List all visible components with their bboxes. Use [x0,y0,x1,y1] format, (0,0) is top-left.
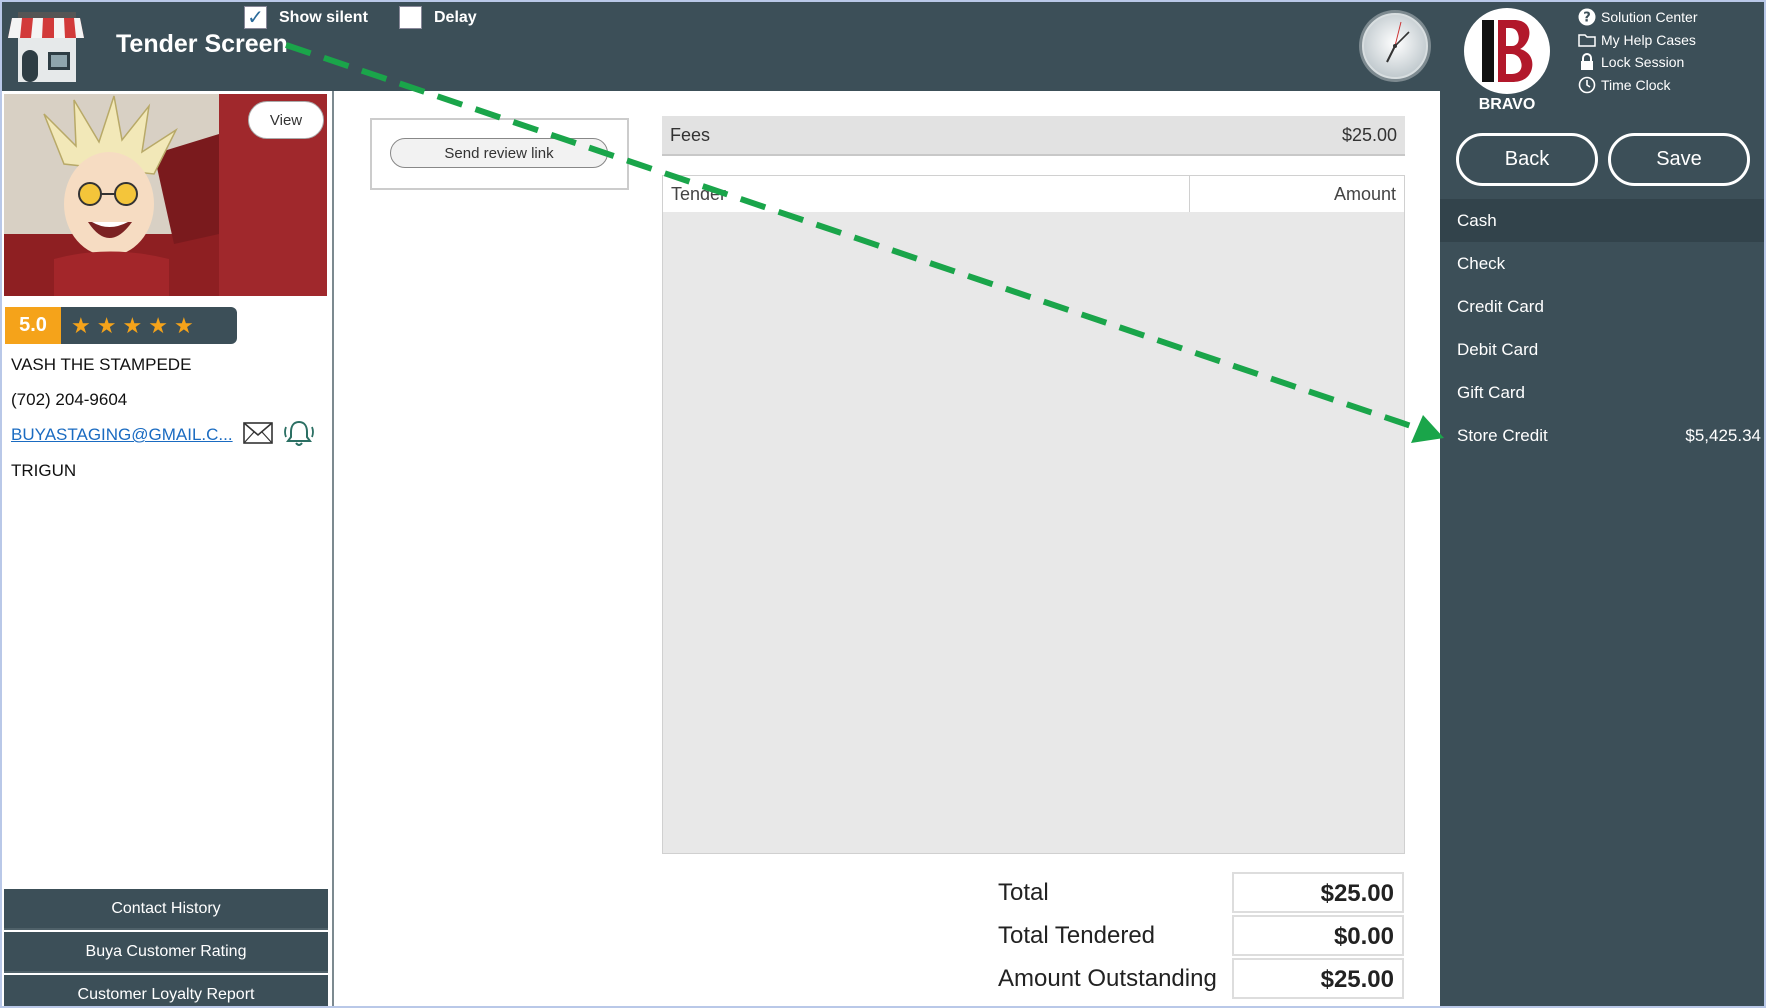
back-button[interactable]: Back [1456,133,1598,186]
total-value: $25.00 [1232,872,1404,913]
star-icon: ★ [96,312,117,338]
lock-icon [1577,53,1596,72]
contact-history-button[interactable]: Contact History [4,889,328,930]
review-link-box: Send review link [370,118,629,190]
star-icon: ★ [173,312,194,338]
show-silent-label: Show silent [279,8,368,26]
show-silent-checkbox[interactable]: ✓ Show silent [244,6,368,29]
help-icon: ? [1577,8,1596,27]
checkmark-icon: ✓ [244,6,267,29]
customer-photo: View [4,94,327,296]
tender-table: Tender Amount [662,175,1405,854]
time-clock-link[interactable]: Time Clock [1577,74,1698,97]
quick-links: ? Solution Center My Help Cases Lock Ses… [1577,6,1698,96]
tender-label: Credit Card [1457,296,1544,316]
bravo-logo [1464,8,1550,94]
page-title: Tender Screen [116,30,288,58]
delay-label: Delay [434,8,477,26]
fees-amount: $25.00 [1341,124,1397,145]
tender-label: Cash [1457,210,1497,230]
total-tendered-row: Total Tendered $0.00 [998,915,1406,958]
my-help-cases-link[interactable]: My Help Cases [1577,29,1698,52]
bravo-b-icon [1482,20,1533,82]
fees-label: Fees [670,124,711,145]
star-icon: ★ [148,312,168,338]
delay-checkbox[interactable]: Delay [399,6,477,29]
tender-store-credit[interactable]: Store Credit $5,425.34 [1440,414,1764,457]
fees-row: Fees $25.00 [662,116,1405,156]
customer-avatar-image [4,94,219,296]
customer-email-link[interactable]: BUYASTAGING@GMAIL.C... [11,425,233,445]
totals-section: Total $25.00 Total Tendered $0.00 Amount… [998,872,1406,1001]
total-label: Total [998,879,1049,906]
customer-rating: 5.0 ★ ★ ★ ★ ★ [5,307,237,344]
time-clock-label: Time Clock [1601,76,1671,93]
solution-center-label: Solution Center [1601,9,1698,26]
tender-side-panel: BRAVO ? Solution Center My Help Cases Lo… [1440,2,1764,1006]
tender-column-header: Tender [663,176,1190,212]
customer-rating-button[interactable]: Buya Customer Rating [4,932,328,973]
tender-cash[interactable]: Cash [1440,199,1764,242]
customer-panel: View 5.0 ★ ★ ★ ★ ★ VASH THE STAMPEDE (70… [2,91,334,1006]
solution-center-link[interactable]: ? Solution Center [1577,6,1698,29]
tender-label: Store Credit [1457,425,1548,445]
tender-label: Debit Card [1457,339,1539,359]
checkbox-empty-icon [399,6,422,29]
total-tendered-label: Total Tendered [998,922,1156,949]
send-review-link-button[interactable]: Send review link [390,138,608,168]
rating-stars: ★ ★ ★ ★ ★ [71,312,194,338]
customer-name: VASH THE STAMPEDE [11,355,192,374]
total-row: Total $25.00 [998,872,1406,915]
loyalty-report-button[interactable]: Customer Loyalty Report [4,975,328,1006]
total-tendered-value: $0.00 [1232,915,1404,956]
wall-clock-icon [1359,10,1431,82]
store-credit-balance: $5,425.34 [1685,425,1761,445]
star-icon: ★ [71,312,91,338]
clock-icon [1577,75,1596,94]
tender-credit-card[interactable]: Credit Card [1440,285,1764,328]
lock-session-label: Lock Session [1601,54,1685,71]
amount-column-header: Amount [1333,184,1396,204]
bell-icon[interactable] [283,419,315,447]
save-button[interactable]: Save [1608,133,1750,186]
rating-value: 5.0 [5,307,61,344]
lock-session-link[interactable]: Lock Session [1577,51,1698,74]
mail-icon[interactable] [243,422,273,444]
customer-note: TRIGUN [11,461,77,480]
tender-type-list: Cash Check Credit Card Debit Card Gift C… [1440,199,1764,457]
tender-check[interactable]: Check [1440,242,1764,285]
svg-text:?: ? [1583,11,1591,26]
app-window: Tender Screen ✓ Show silent Delay BRAVO … [0,0,1766,1008]
star-icon: ★ [122,312,143,338]
tender-debit-card[interactable]: Debit Card [1440,328,1764,371]
view-button[interactable]: View [248,101,324,139]
amount-outstanding-row: Amount Outstanding $25.00 [998,958,1406,1001]
contact-actions [243,419,315,447]
folder-icon [1577,30,1596,49]
my-help-cases-label: My Help Cases [1601,31,1696,48]
tender-label: Gift Card [1457,382,1526,402]
tender-gift-card[interactable]: Gift Card [1440,371,1764,414]
amount-outstanding-label: Amount Outstanding [998,965,1217,992]
customer-phone: (702) 204-9604 [11,390,128,409]
tender-table-header: Tender Amount [663,176,1404,212]
amount-outstanding-value: $25.00 [1232,958,1404,999]
tender-label: Check [1457,253,1506,273]
brand-name: BRAVO [1478,96,1536,113]
store-logo-icon [8,12,84,82]
